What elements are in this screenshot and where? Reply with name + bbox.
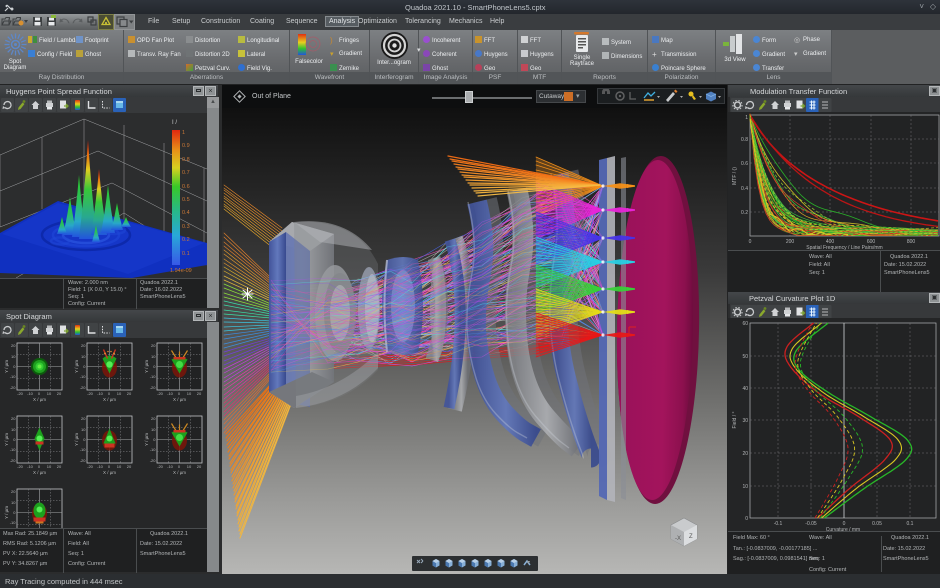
svg-text:-20: -20 xyxy=(87,391,94,396)
svg-text:20: 20 xyxy=(151,416,156,421)
svg-text:Y / µm: Y / µm xyxy=(144,433,149,446)
svg-text:-10: -10 xyxy=(150,374,157,379)
svg-text:20: 20 xyxy=(742,451,748,457)
svg-text:10: 10 xyxy=(117,464,122,469)
svg-text:0: 0 xyxy=(749,239,752,245)
svg-text:Y / µm: Y / µm xyxy=(144,360,149,373)
svg-text:-10: -10 xyxy=(10,447,17,452)
svg-text:Y / µm: Y / µm xyxy=(74,433,79,446)
svg-text:0.3: 0.3 xyxy=(182,224,190,230)
svg-text:X / µm: X / µm xyxy=(173,397,186,402)
svg-text:20: 20 xyxy=(57,391,62,396)
svg-text:-20: -20 xyxy=(150,458,157,463)
svg-text:10: 10 xyxy=(47,391,52,396)
svg-text:0.7: 0.7 xyxy=(182,170,190,176)
svg-text:X / µm: X / µm xyxy=(103,397,116,402)
svg-text:0.6: 0.6 xyxy=(741,161,748,167)
svg-text:-X: -X xyxy=(675,536,681,542)
svg-text:-0.1: -0.1 xyxy=(774,521,783,527)
svg-text:10: 10 xyxy=(117,391,122,396)
svg-text:-10: -10 xyxy=(10,374,17,379)
svg-text:800: 800 xyxy=(907,239,916,245)
svg-text:10: 10 xyxy=(81,427,86,432)
svg-text:1: 1 xyxy=(745,115,748,121)
svg-text:0: 0 xyxy=(745,516,748,522)
svg-text:0.8: 0.8 xyxy=(182,157,190,163)
svg-text:-20: -20 xyxy=(10,458,17,463)
svg-text:0.05: 0.05 xyxy=(872,521,882,527)
svg-text:10: 10 xyxy=(81,354,86,359)
svg-text:-20: -20 xyxy=(10,385,17,390)
svg-text:-10: -10 xyxy=(97,391,104,396)
svg-text:20: 20 xyxy=(197,391,202,396)
svg-text:10: 10 xyxy=(151,427,156,432)
svg-text:20: 20 xyxy=(81,343,86,348)
svg-text:-10: -10 xyxy=(150,447,157,452)
svg-text:X / µm: X / µm xyxy=(33,397,46,402)
svg-text:10: 10 xyxy=(47,464,52,469)
svg-text:Y / µm: Y / µm xyxy=(4,433,9,446)
svg-text:-10: -10 xyxy=(167,464,174,469)
svg-text:-0.05: -0.05 xyxy=(805,521,817,527)
svg-text:Field / °: Field / ° xyxy=(732,411,738,428)
svg-text:0.4: 0.4 xyxy=(182,210,190,216)
svg-text:-20: -20 xyxy=(157,464,164,469)
svg-text:1.94e-09: 1.94e-09 xyxy=(170,268,192,274)
svg-text:10: 10 xyxy=(11,427,16,432)
svg-text:-20: -20 xyxy=(87,464,94,469)
svg-text:20: 20 xyxy=(127,391,132,396)
svg-text:10: 10 xyxy=(187,464,192,469)
svg-text:I /: I / xyxy=(172,120,177,126)
svg-text:0.1: 0.1 xyxy=(907,521,914,527)
svg-text:0.5: 0.5 xyxy=(182,197,190,203)
svg-text:-10: -10 xyxy=(167,391,174,396)
svg-text:0.8: 0.8 xyxy=(741,137,748,143)
svg-text:X / µm: X / µm xyxy=(33,470,46,475)
svg-text:10: 10 xyxy=(11,500,16,505)
svg-text:0.2: 0.2 xyxy=(741,210,748,216)
svg-text:-10: -10 xyxy=(27,464,34,469)
svg-text:1: 1 xyxy=(182,130,185,136)
svg-text:X / µm: X / µm xyxy=(173,470,186,475)
svg-text:-20: -20 xyxy=(17,464,24,469)
svg-text:20: 20 xyxy=(11,416,16,421)
svg-text:10: 10 xyxy=(742,484,748,490)
svg-text:-10: -10 xyxy=(97,464,104,469)
svg-text:20: 20 xyxy=(127,464,132,469)
svg-text:-20: -20 xyxy=(17,391,24,396)
svg-text:10: 10 xyxy=(151,354,156,359)
svg-text:20: 20 xyxy=(81,416,86,421)
svg-text:-20: -20 xyxy=(80,385,87,390)
svg-text:X / µm: X / µm xyxy=(103,470,116,475)
svg-text:10: 10 xyxy=(11,354,16,359)
svg-text:0.4: 0.4 xyxy=(741,186,748,192)
svg-text:30: 30 xyxy=(742,418,748,424)
svg-text:20: 20 xyxy=(197,464,202,469)
svg-text:-10: -10 xyxy=(27,391,34,396)
svg-text:MTF / (): MTF / () xyxy=(732,167,738,185)
svg-text:-10: -10 xyxy=(80,447,87,452)
svg-text:40: 40 xyxy=(742,386,748,392)
svg-text:0.9: 0.9 xyxy=(182,143,190,149)
svg-text:200: 200 xyxy=(786,239,795,245)
svg-text:-20: -20 xyxy=(80,458,87,463)
svg-text:20: 20 xyxy=(57,464,62,469)
svg-text:-10: -10 xyxy=(10,520,17,525)
svg-text:0.2: 0.2 xyxy=(182,237,190,243)
svg-text:-20: -20 xyxy=(150,385,157,390)
svg-text:Y / µm: Y / µm xyxy=(74,360,79,373)
svg-text:60: 60 xyxy=(742,321,748,327)
svg-text:Y / µm: Y / µm xyxy=(4,360,9,373)
svg-text:0.6: 0.6 xyxy=(182,184,190,190)
svg-text:20: 20 xyxy=(151,343,156,348)
svg-text:20: 20 xyxy=(11,343,16,348)
svg-text:-10: -10 xyxy=(80,374,87,379)
svg-text:50: 50 xyxy=(742,354,748,360)
svg-text:Y / µm: Y / µm xyxy=(4,506,9,519)
svg-text:20: 20 xyxy=(11,489,16,494)
svg-text:0.1: 0.1 xyxy=(182,251,190,257)
svg-text:10: 10 xyxy=(187,391,192,396)
svg-text:-20: -20 xyxy=(157,391,164,396)
svg-text:Z: Z xyxy=(689,534,693,540)
